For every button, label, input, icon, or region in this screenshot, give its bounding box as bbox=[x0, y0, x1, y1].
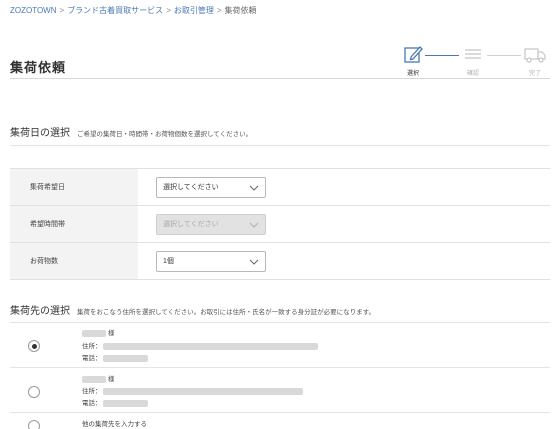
address-radio-selected[interactable] bbox=[28, 340, 40, 352]
breadcrumb-separator: > bbox=[216, 6, 222, 15]
address-option[interactable]: 様 住所： 電話： bbox=[10, 322, 550, 368]
pickup-form-table: 集荷希望日 選択してください 希望時間帯 選択してください お荷物数 1個 bbox=[10, 168, 550, 280]
step-label: 選択 bbox=[406, 71, 419, 77]
select-value: 選択してください bbox=[163, 184, 219, 191]
phone-line: 電話： bbox=[82, 352, 149, 362]
step-confirm: 確認 bbox=[455, 43, 491, 77]
breadcrumb-link-zozotown[interactable]: ZOZOTOWN bbox=[10, 6, 57, 15]
address-name-line: 様 bbox=[82, 373, 114, 383]
breadcrumb-separator: > bbox=[59, 6, 65, 15]
step-indicator: 選択 確認 完了 bbox=[395, 43, 555, 79]
truck-icon bbox=[517, 43, 553, 65]
step-label: 確認 bbox=[466, 71, 479, 77]
address-line: 住所： bbox=[82, 340, 319, 350]
redacted-address bbox=[103, 342, 319, 350]
address-name-line: 様 bbox=[82, 327, 114, 337]
chevron-down-icon bbox=[249, 220, 259, 232]
breadcrumb-separator: > bbox=[166, 6, 171, 15]
address-line: 住所： bbox=[82, 385, 304, 395]
breadcrumb-link-transaction-management[interactable]: お取引管理 bbox=[174, 6, 214, 15]
address-radio[interactable] bbox=[28, 386, 40, 398]
other-address-option[interactable]: 他の集荷先を入力する bbox=[82, 418, 147, 428]
section-divider bbox=[10, 145, 550, 146]
section-title: 集荷日の選択 bbox=[10, 128, 70, 139]
breadcrumb-current: 集荷依頼 bbox=[224, 6, 257, 15]
redacted-name bbox=[82, 375, 106, 383]
redacted-address bbox=[103, 387, 304, 395]
phone-line: 電話： bbox=[82, 397, 149, 407]
honorific: 様 bbox=[107, 376, 115, 383]
breadcrumb-link-brand-buyback[interactable]: ブランド古着買取サービス bbox=[67, 6, 163, 15]
phone-label: 電話： bbox=[82, 400, 102, 407]
form-row-package-count: お荷物数 1個 bbox=[10, 243, 550, 280]
step-select: 選択 bbox=[395, 43, 431, 77]
address-option[interactable]: 様 住所： 電話： bbox=[10, 369, 550, 413]
chevron-down-icon bbox=[249, 257, 259, 269]
phone-label: 電話： bbox=[82, 355, 102, 362]
page-title: 集荷依頼 bbox=[10, 60, 67, 75]
field-label: 希望時間帯 bbox=[10, 206, 138, 242]
form-row-time-slot: 希望時間帯 選択してください bbox=[10, 206, 550, 243]
form-row-pickup-date: 集荷希望日 選択してください bbox=[10, 169, 550, 206]
time-slot-select: 選択してください bbox=[156, 213, 266, 235]
redacted-phone bbox=[103, 399, 149, 407]
step-complete: 完了 bbox=[517, 43, 553, 77]
chevron-down-icon bbox=[249, 183, 259, 195]
address-label: 住所： bbox=[82, 388, 102, 395]
pencil-icon bbox=[395, 43, 431, 65]
address-label: 住所： bbox=[82, 343, 102, 350]
pickup-address-heading: 集荷先の選択 集荷をおこなう住所を選択してください。お取引には住所・氏名が一致する… bbox=[10, 302, 375, 317]
section-note: ご希望の集荷日・時間帯・お荷物個数を選択してください。 bbox=[77, 131, 253, 138]
redacted-phone bbox=[103, 354, 149, 362]
select-value: 選択してください bbox=[163, 221, 219, 228]
honorific: 様 bbox=[107, 330, 115, 337]
other-address-radio[interactable] bbox=[28, 420, 40, 429]
pickup-date-heading: 集荷日の選択 ご希望の集荷日・時間帯・お荷物個数を選択してください。 bbox=[10, 124, 252, 139]
section-title: 集荷先の選択 bbox=[10, 306, 70, 317]
list-icon bbox=[455, 43, 491, 65]
redacted-name bbox=[82, 329, 106, 337]
select-value: 1個 bbox=[163, 258, 174, 265]
package-count-select[interactable]: 1個 bbox=[156, 250, 266, 272]
pickup-date-select[interactable]: 選択してください bbox=[156, 176, 266, 198]
section-note: 集荷をおこなう住所を選択してください。お取引には住所・氏名が一致する身分証が必要… bbox=[77, 309, 375, 316]
field-label: 集荷希望日 bbox=[10, 169, 138, 205]
breadcrumb: ZOZOTOWN > ブランド古着買取サービス > お取引管理 > 集荷依頼 bbox=[10, 5, 257, 16]
step-label: 完了 bbox=[528, 71, 541, 77]
field-label: お荷物数 bbox=[10, 243, 138, 279]
step-connector bbox=[487, 55, 521, 56]
